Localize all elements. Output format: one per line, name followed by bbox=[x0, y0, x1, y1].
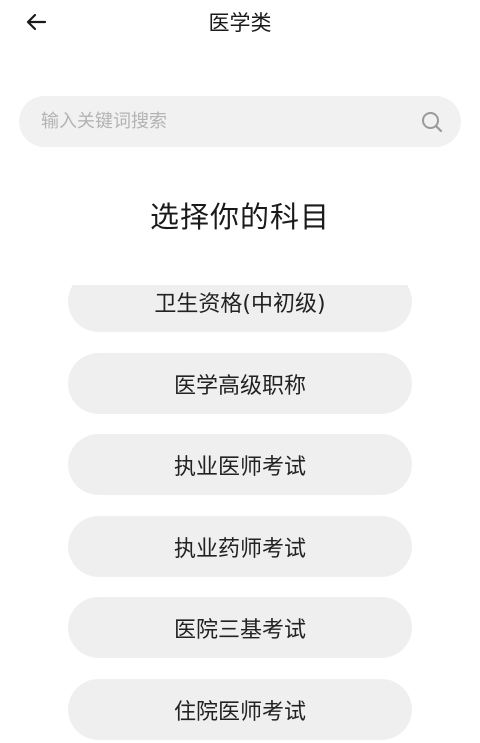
subject-list[interactable]: 卫生资格(中初级) 医学高级职称 执业医师考试 执业药师考试 医院三基考试 住院… bbox=[0, 285, 480, 743]
subject-item[interactable]: 医学高级职称 bbox=[68, 353, 412, 414]
page-title: 医学类 bbox=[208, 11, 272, 35]
subject-item[interactable]: 医院三基考试 bbox=[68, 597, 412, 658]
search-icon[interactable] bbox=[419, 109, 445, 135]
header-bar: 医学类 bbox=[0, 0, 480, 48]
subject-selection-screen: 医学类 选择你的科目 卫生资格(中初级) 医学高级职称 执业医师考试 执业药师考… bbox=[0, 0, 480, 743]
subject-item[interactable]: 执业药师考试 bbox=[68, 516, 412, 577]
search-bar[interactable] bbox=[19, 96, 461, 147]
subject-item[interactable]: 卫生资格(中初级) bbox=[68, 285, 412, 332]
subject-item[interactable]: 执业医师考试 bbox=[68, 434, 412, 495]
section-heading: 选择你的科目 bbox=[149, 200, 330, 234]
search-input[interactable] bbox=[39, 110, 411, 133]
subject-item[interactable]: 住院医师考试 bbox=[68, 679, 412, 740]
